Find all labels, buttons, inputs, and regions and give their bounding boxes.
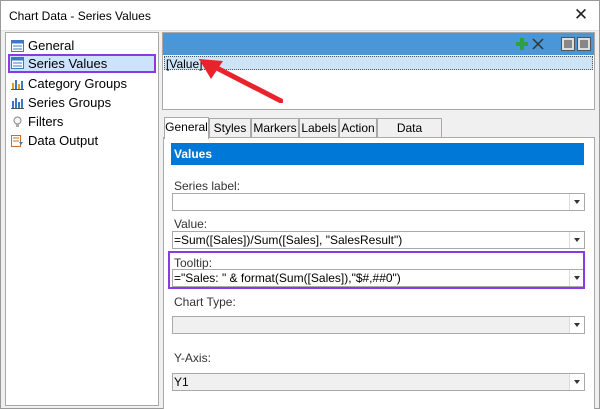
series-label-label: Series label: — [174, 179, 241, 193]
category-groups-icon — [11, 80, 24, 90]
series-values-icon — [11, 57, 24, 69]
y-axis-value: Y1 — [174, 375, 189, 389]
annotation-arrow-icon — [199, 59, 283, 103]
value-expression: =Sum([Sales])/Sum([Sales], "SalesResult"… — [174, 233, 403, 247]
nav-item-series-values[interactable]: Series Values — [8, 54, 156, 73]
tab-styles[interactable]: Styles — [209, 118, 251, 138]
chevron-down-icon[interactable] — [569, 374, 584, 390]
filter-icon — [13, 116, 22, 127]
tab-action[interactable]: Action — [339, 118, 377, 138]
chart-type-label: Chart Type: — [174, 295, 236, 309]
nav-item-series-groups[interactable]: Series Groups — [8, 94, 156, 113]
tab-data-output[interactable]: Data Output — [377, 118, 442, 153]
series-label-combo[interactable] — [172, 193, 585, 211]
nav-item-label: Data Output — [28, 133, 99, 148]
section-title: Values — [171, 143, 584, 165]
nav-item-filters[interactable]: Filters — [8, 113, 156, 132]
move-up-icon[interactable] — [561, 37, 575, 51]
nav-item-category-groups[interactable]: Category Groups — [8, 75, 156, 94]
nav-item-label: Filters — [28, 114, 64, 129]
general-icon — [11, 40, 24, 52]
tab-general[interactable]: General — [164, 117, 209, 139]
chevron-down-icon[interactable] — [569, 232, 584, 248]
tab-labels[interactable]: Labels — [299, 118, 339, 138]
chart-type-combo[interactable] — [172, 316, 585, 334]
close-button[interactable]: ✕ — [563, 1, 599, 31]
title-bar: Chart Data - Series Values ✕ — [1, 1, 599, 31]
chart-data-dialog: Chart Data - Series Values ✕ General Ser… — [0, 0, 600, 409]
tooltip-highlight-box — [168, 251, 585, 289]
data-output-icon — [11, 135, 23, 147]
chevron-down-icon[interactable] — [569, 194, 584, 210]
tab-markers[interactable]: Markers — [251, 118, 299, 138]
close-icon: ✕ — [573, 5, 589, 24]
window-title: Chart Data - Series Values — [9, 9, 151, 23]
series-groups-icon — [11, 98, 24, 109]
y-axis-label: Y-Axis: — [174, 351, 211, 365]
chevron-down-icon[interactable] — [569, 317, 584, 333]
nav-item-label: General — [28, 38, 75, 53]
nav-item-label: Series Groups — [28, 95, 112, 110]
value-combo[interactable]: =Sum([Sales])/Sum([Sales], "SalesResult"… — [172, 231, 585, 249]
add-icon[interactable] — [515, 37, 529, 51]
nav-panel: General Series Values Category Groups Se… — [5, 32, 159, 406]
nav-item-data-output[interactable]: Data Output — [8, 132, 156, 151]
value-label: Value: — [174, 217, 208, 231]
delete-icon[interactable] — [531, 37, 545, 51]
list-toolbar — [163, 33, 594, 55]
y-axis-combo[interactable]: Y1 — [172, 373, 585, 391]
move-down-icon[interactable] — [577, 37, 591, 51]
nav-item-label: Category Groups — [28, 76, 127, 91]
nav-item-label: Series Values — [28, 56, 108, 71]
